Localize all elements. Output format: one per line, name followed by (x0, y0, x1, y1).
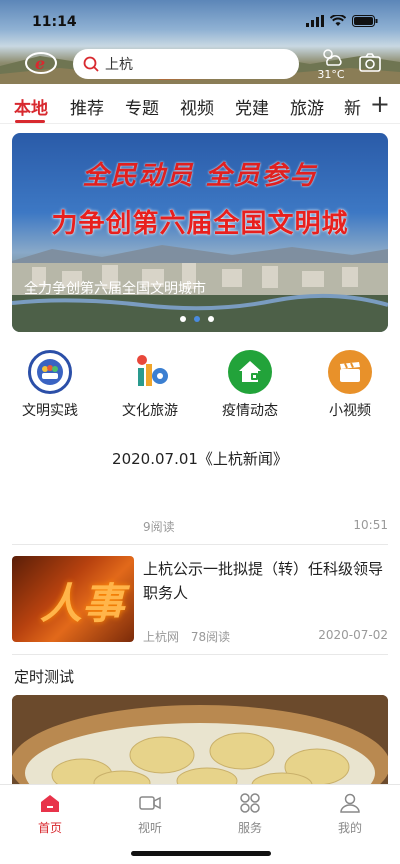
banner-headline: 力争创第六届全国文明城 (51, 209, 349, 239)
news-item-title[interactable]: 2020.07.01《上杭新闻》 (0, 448, 400, 469)
carousel-dot[interactable] (180, 316, 186, 322)
user-icon (340, 793, 360, 813)
news-source: 上杭网 (143, 630, 180, 644)
search-text: 上杭 (105, 57, 133, 73)
quick-label: 文明实践 (22, 403, 78, 419)
nav-profile[interactable]: 我的 (320, 793, 380, 836)
banner-carousel[interactable]: 全民动员 全员参与 力争创第六届全国文明城 全力争创第六届全国文明城市 (12, 133, 388, 332)
camera-icon[interactable] (359, 53, 381, 73)
carousel-dot[interactable] (208, 316, 214, 322)
tab-topics[interactable]: 专题 (125, 94, 159, 119)
divider (12, 544, 388, 545)
clapperboard-icon (328, 350, 372, 394)
news-item-title[interactable]: 上杭公示一批拟提（转）任科级领导职务人 (143, 557, 391, 605)
news-date: 2020-07-02 (318, 628, 388, 642)
battery-icon (352, 15, 378, 27)
civilization-practice-icon (28, 350, 72, 394)
weather-temp: 31°C (317, 68, 345, 81)
culture-tourism-icon (128, 350, 172, 394)
add-channel-icon[interactable]: + (370, 90, 390, 118)
wifi-icon (330, 15, 346, 26)
divider (12, 654, 388, 655)
nav-services[interactable]: 服务 (220, 793, 280, 836)
banner-slogan: 全民动员 全员参与 (82, 161, 318, 191)
active-tab-indicator (15, 120, 45, 123)
epidemic-home-icon (228, 350, 272, 394)
weather-widget[interactable]: 31°C (316, 46, 346, 81)
grid-icon (240, 793, 260, 813)
quick-civilization-practice[interactable]: 文明实践 (10, 350, 90, 420)
dumpling-image[interactable] (12, 695, 388, 785)
header: 11:14 e 上杭 31°C (0, 0, 400, 84)
nav-label: 我的 (337, 821, 362, 835)
tab-more[interactable]: 新 (344, 94, 361, 119)
quick-short-video[interactable]: 小视频 (310, 350, 390, 420)
channel-tabs: 本地 推荐 专题 视频 党建 旅游 新 + (0, 84, 400, 124)
tab-party[interactable]: 党建 (235, 94, 269, 119)
partly-cloudy-icon (323, 49, 342, 66)
thumbnail-text: 人事 (40, 579, 125, 628)
tab-local[interactable]: 本地 (14, 94, 48, 119)
quick-label: 疫情动态 (222, 403, 278, 419)
news-reads: 78阅读 (190, 630, 231, 644)
carousel-dots (180, 316, 214, 322)
search-icon (83, 56, 99, 72)
quick-epidemic[interactable]: 疫情动态 (210, 350, 290, 420)
status-bar: 11:14 (0, 12, 400, 32)
quick-entry-row: 文明实践 文化旅游 疫情动态 小视频 (0, 350, 400, 422)
quick-label: 文化旅游 (122, 403, 178, 419)
signal-icon (306, 15, 324, 27)
quick-label: 小视频 (329, 403, 371, 419)
carousel-dot-active[interactable] (194, 316, 200, 322)
nav-audiovisual[interactable]: 视听 (120, 793, 180, 836)
tab-video[interactable]: 视频 (180, 94, 214, 119)
app-logo: e (25, 52, 57, 74)
status-time: 11:14 (32, 14, 77, 30)
home-icon (41, 795, 59, 812)
quick-culture-tourism[interactable]: 文化旅游 (110, 350, 190, 420)
news-item-meta: 9阅读 10:51 (143, 518, 388, 535)
news-reads: 9阅读 (143, 520, 175, 534)
nav-label: 首页 (37, 821, 62, 835)
banner-caption: 全力争创第六届全国文明城市 (24, 281, 206, 297)
nav-home[interactable]: 首页 (20, 793, 80, 836)
home-indicator (131, 851, 271, 856)
news-thumbnail[interactable]: 人事 (12, 556, 134, 642)
search-bar[interactable]: 上杭 (73, 49, 299, 79)
tab-travel[interactable]: 旅游 (290, 94, 324, 119)
video-icon (139, 796, 161, 810)
news-item-meta: 上杭网 78阅读 2020-07-02 (143, 628, 388, 645)
section-title[interactable]: 定时测试 (14, 666, 74, 687)
svg-text:e: e (35, 54, 45, 73)
tab-recommend[interactable]: 推荐 (70, 94, 104, 119)
nav-label: 服务 (237, 821, 262, 835)
news-time: 10:51 (353, 518, 388, 532)
nav-label: 视听 (137, 821, 162, 835)
